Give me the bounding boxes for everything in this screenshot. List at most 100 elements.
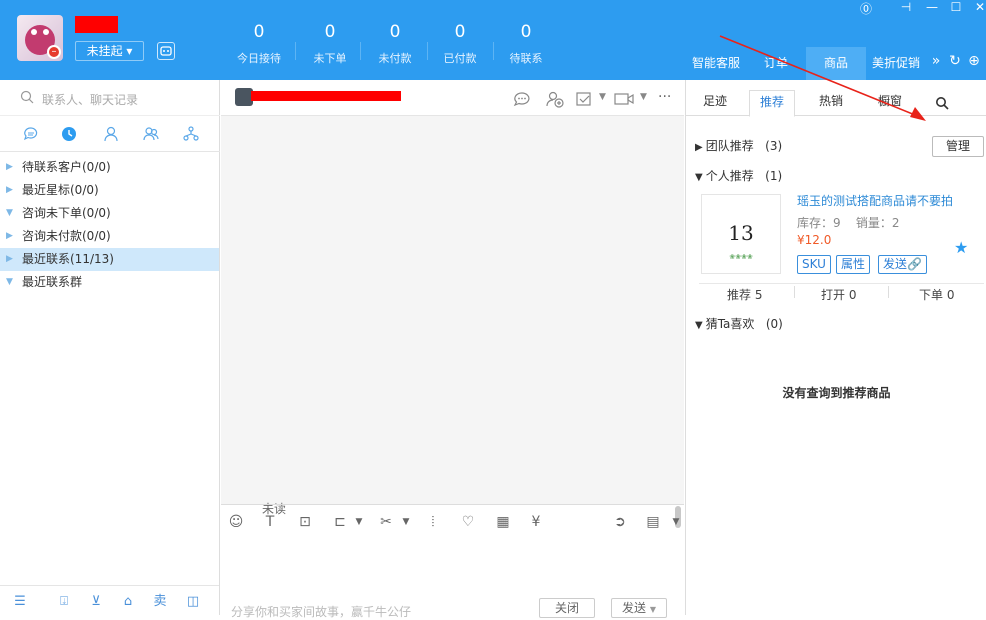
- robot-icon[interactable]: [157, 42, 175, 60]
- folder-icon[interactable]: ⊏: [331, 513, 349, 531]
- nav-smart-service[interactable]: 智能客服: [687, 47, 745, 80]
- tree-item-not-ordered[interactable]: ▼ 咨询未下单(0/0): [0, 202, 219, 225]
- left-bottom-toolbar: ☰ ⍗ ⊻ ⌂ 卖 ◫: [0, 585, 219, 615]
- contact-icon[interactable]: [102, 125, 120, 143]
- history-icon[interactable]: ▤: [644, 513, 662, 531]
- tab-footprint[interactable]: 足迹: [703, 92, 727, 109]
- guess-like-section[interactable]: ▼ 猜Ta喜欢 (0): [695, 315, 783, 332]
- chat-header: ▼ ▼ ···: [221, 80, 684, 116]
- caret-down-icon: ▼: [6, 208, 13, 218]
- quick-reply-icon[interactable]: [513, 91, 531, 107]
- manage-button[interactable]: 管理: [932, 136, 984, 157]
- more-icon[interactable]: ···: [658, 89, 671, 105]
- stat-ordered: 下单 0: [919, 288, 955, 302]
- minimize-icon[interactable]: —: [922, 0, 942, 14]
- maximize-icon[interactable]: ☐: [946, 0, 966, 14]
- calculator-icon[interactable]: ▦: [494, 513, 512, 531]
- product-stats-row: 推荐 5 打开 0 下单 0: [699, 283, 984, 302]
- chat-icon[interactable]: [22, 125, 40, 143]
- contact-tabs: [0, 116, 220, 152]
- stat-to-contact[interactable]: 0 待联系: [496, 22, 556, 66]
- refresh-icon[interactable]: ↻: [947, 53, 963, 69]
- stat-not-ordered[interactable]: 0 未下单: [300, 22, 360, 66]
- chat-messages[interactable]: 未读: [221, 116, 684, 528]
- caret-right-icon: ▶: [6, 254, 13, 264]
- pin-icon[interactable]: ⊣: [896, 0, 916, 14]
- redacted-username: [75, 16, 118, 33]
- stat-paid[interactable]: 0 已付款: [430, 22, 490, 66]
- caret-right-icon: ▶: [6, 185, 13, 195]
- sell-icon[interactable]: 卖: [152, 594, 168, 610]
- organization-icon[interactable]: [182, 125, 200, 143]
- recent-clock-icon[interactable]: [60, 125, 78, 143]
- favorite-heart-icon[interactable]: ♡: [459, 513, 477, 531]
- redacted-contact-name: [251, 91, 401, 101]
- nav-orders[interactable]: 订单: [756, 47, 796, 80]
- close-chat-button[interactable]: 关闭: [539, 598, 595, 618]
- dropdown-caret-icon[interactable]: ▼: [667, 513, 685, 531]
- personal-recommend-section[interactable]: ▼ 个人推荐 (1): [695, 167, 782, 184]
- tree-item-recent-groups[interactable]: ▼ 最近联系群: [0, 271, 219, 294]
- shake-icon[interactable]: ⦙: [424, 513, 442, 531]
- tab-recommend[interactable]: 推荐: [749, 90, 796, 117]
- search-icon: [20, 90, 34, 104]
- video-icon[interactable]: [613, 91, 635, 107]
- tree-item-starred[interactable]: ▶ 最近星标(0/0): [0, 179, 219, 202]
- text-format-icon[interactable]: T: [261, 513, 279, 531]
- caret-down-icon: ▼: [6, 277, 13, 287]
- product-panel: 足迹 推荐 热销 橱窗 ▶ 团队推荐 (3) 管理 ▼ 个人推荐 (1) 13 ❀❀…: [685, 80, 986, 615]
- help-icon[interactable]: ⓪: [856, 0, 876, 16]
- search-icon[interactable]: [935, 96, 949, 110]
- send-button[interactable]: 发送 ▼: [611, 598, 667, 618]
- group-icon[interactable]: [142, 125, 160, 143]
- task-icon[interactable]: [575, 90, 595, 108]
- add-icon[interactable]: ⊕: [966, 53, 982, 69]
- coupon-icon[interactable]: ¥: [527, 513, 545, 531]
- emoji-icon[interactable]: ☺: [227, 513, 245, 531]
- add-contact-icon[interactable]: [545, 90, 565, 108]
- status-dropdown-button[interactable]: 未挂起 ▾: [75, 41, 144, 61]
- contacts-panel: 联系人、聊天记录 ▶ 待联系客户(0/0) ▶ 最近星标(0/0) ▼ 咨询未下单(0…: [0, 80, 220, 615]
- layout-icon[interactable]: ◫: [185, 594, 201, 610]
- product-image[interactable]: 13 ❀❀❀❀: [701, 194, 781, 274]
- transaction-icon[interactable]: ⍗: [56, 594, 72, 610]
- tree-item-unpaid[interactable]: ▶ 咨询未付款(0/0): [0, 225, 219, 248]
- dropdown-caret-icon[interactable]: ▼: [640, 92, 647, 102]
- stat-unpaid[interactable]: 0 未付款: [365, 22, 425, 66]
- caret-right-icon: ▶: [6, 231, 13, 241]
- chat-panel: ▼ ▼ ··· 未读 ☺ T ⊡ ⊏ ▼ ✂ ▼ ⦙ ♡ ▦ ¥ ➲ ▤ ▼ 分…: [221, 80, 684, 619]
- tab-hot-sale[interactable]: 热销: [819, 92, 843, 109]
- image-icon[interactable]: ⊡: [296, 513, 314, 531]
- product-tabs: 足迹 推荐 热销 橱窗: [686, 80, 986, 117]
- more-tabs-icon[interactable]: »: [928, 53, 944, 69]
- tab-showcase[interactable]: 橱窗: [878, 92, 902, 109]
- product-stock-sales: 库存：9 销量：2: [797, 216, 900, 230]
- team-recommend-section[interactable]: ▶ 团队推荐 (3): [695, 137, 782, 154]
- product-title-link[interactable]: 瑶玉的测试搭配商品请不要拍: [797, 192, 953, 209]
- close-icon[interactable]: ✕: [970, 0, 986, 14]
- star-icon[interactable]: ★: [954, 238, 968, 257]
- stat-today-received[interactable]: 0 今日接待: [229, 22, 289, 66]
- attribute-button[interactable]: 属性: [836, 255, 871, 274]
- dropdown-caret-icon[interactable]: ▼: [599, 92, 606, 102]
- contact-search[interactable]: 联系人、聊天记录: [0, 80, 220, 116]
- caret-right-icon: ▶: [6, 162, 13, 172]
- menu-icon[interactable]: ☰: [12, 594, 28, 610]
- input-toolbar: ☺ T ⊡ ⊏ ▼ ✂ ▼ ⦙ ♡ ▦ ¥ ➲ ▤ ▼: [221, 504, 684, 538]
- dropdown-caret-icon[interactable]: ▼: [397, 513, 415, 531]
- nav-promotions[interactable]: 美折促销: [868, 47, 924, 80]
- inbox-icon[interactable]: ⊻: [88, 594, 104, 610]
- dropdown-caret-icon[interactable]: ▼: [350, 513, 368, 531]
- message-input[interactable]: 分享你和买家间故事，赢千牛公仔: [231, 603, 411, 620]
- transfer-icon[interactable]: ➲: [611, 513, 629, 531]
- screenshot-scissors-icon[interactable]: ✂: [377, 513, 395, 531]
- tree-item-recent[interactable]: ▶ 最近联系(11/13): [0, 248, 219, 271]
- empty-state-text: 没有查询到推荐商品: [782, 386, 891, 400]
- nav-products[interactable]: 商品: [806, 47, 866, 80]
- tree-item-to-contact[interactable]: ▶ 待联系客户(0/0): [0, 156, 219, 179]
- sku-button[interactable]: SKU: [797, 255, 831, 274]
- product-price: ¥12.0: [797, 233, 832, 247]
- stat-opened: 打开 0: [821, 288, 857, 302]
- send-product-button[interactable]: 发送🔗: [878, 255, 927, 274]
- store-icon[interactable]: ⌂: [120, 594, 136, 610]
